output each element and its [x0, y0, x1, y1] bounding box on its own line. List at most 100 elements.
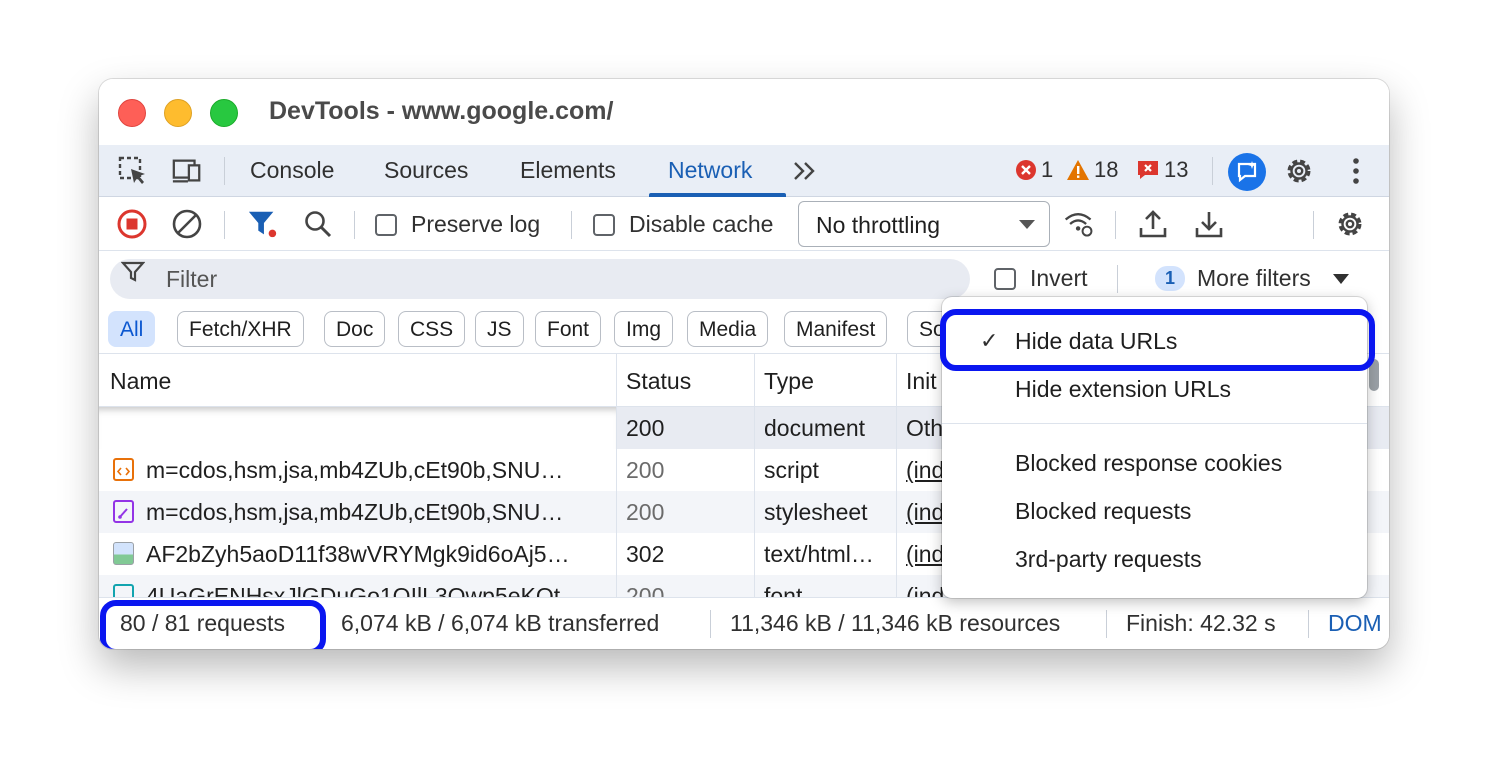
column-initiator[interactable]: Init — [906, 368, 937, 395]
status-divider — [1106, 610, 1107, 638]
stylesheet-icon — [113, 500, 134, 523]
row-status: 200 — [626, 583, 665, 597]
warning-count: 18 — [1094, 157, 1119, 182]
status-divider — [710, 610, 711, 638]
close-window-button[interactable] — [118, 99, 146, 127]
chip-js[interactable]: JS — [475, 311, 524, 347]
network-conditions-wifi-icon[interactable] — [1063, 208, 1095, 240]
row-name: 4UaGrENHsxJlGDuGo1OIlL3Owp5eKQt… — [146, 583, 584, 597]
finish-time: Finish: 42.32 s — [1126, 610, 1276, 636]
more-options-kebab-icon[interactable] — [1340, 155, 1372, 187]
menu-divider — [942, 423, 1367, 424]
preserve-log-checkbox[interactable]: Preserve log — [375, 211, 540, 238]
tab-console[interactable]: Console — [250, 157, 334, 184]
row-status: 200 — [626, 457, 665, 483]
minimize-window-button[interactable] — [164, 99, 192, 127]
tab-elements[interactable]: Elements — [520, 157, 616, 184]
chip-img[interactable]: Img — [614, 311, 674, 347]
toolbar-divider — [1117, 265, 1118, 293]
toolbar-divider — [224, 211, 225, 239]
throttling-select[interactable]: No throttling — [798, 201, 1050, 247]
settings-gear-icon[interactable] — [1283, 155, 1315, 187]
status-divider — [1308, 610, 1309, 638]
chevron-down-icon — [1019, 220, 1035, 229]
row-type: script — [764, 457, 819, 483]
menu-item-hide-extension-urls[interactable]: Hide extension URLs — [1015, 376, 1231, 403]
toolbar-divider — [224, 157, 225, 185]
column-divider — [616, 407, 617, 597]
toolbar-divider — [1313, 211, 1314, 239]
transferred-size: 6,074 kB / 6,074 kB transferred — [341, 610, 660, 636]
row-type: font — [764, 583, 803, 597]
row-status: 302 — [626, 541, 665, 567]
export-har-download-icon[interactable] — [1193, 208, 1225, 240]
issue-icon — [1138, 161, 1158, 179]
row-initiator[interactable]: (ind — [906, 499, 944, 526]
column-divider — [896, 354, 897, 406]
more-tabs-chevron-icon[interactable] — [789, 155, 821, 187]
zoom-window-button[interactable] — [210, 99, 238, 127]
requests-count-highlight — [100, 600, 326, 649]
issues-count: 13 — [1164, 157, 1189, 182]
filter-input[interactable]: Filter — [110, 259, 970, 299]
chip-fetch-xhr[interactable]: Fetch/XHR — [177, 311, 304, 347]
image-icon — [113, 542, 134, 565]
panel-tabbar: Console Sources Elements Network 1 18 13 — [99, 145, 1389, 197]
device-toolbar-icon[interactable] — [171, 155, 203, 187]
window-title: DevTools - www.google.com/ — [269, 97, 614, 125]
network-settings-gear-icon[interactable] — [1334, 208, 1366, 240]
invert-checkbox[interactable]: Invert — [994, 265, 1088, 292]
filter-placeholder: Filter — [166, 266, 218, 292]
title-bar: DevTools - www.google.com/ — [99, 79, 1389, 145]
inspect-element-icon[interactable] — [117, 155, 149, 187]
caret-down-icon — [1332, 273, 1349, 284]
menu-item-blocked-requests[interactable]: Blocked requests — [1015, 498, 1191, 525]
column-divider — [754, 407, 755, 597]
toolbar-divider — [1115, 211, 1116, 239]
clear-icon[interactable] — [171, 208, 203, 240]
preserve-log-box[interactable] — [375, 213, 397, 236]
filter-funnel-icon[interactable] — [247, 208, 279, 240]
disable-cache-box[interactable] — [593, 213, 615, 236]
row-type: text/html… — [764, 541, 874, 567]
network-toolbar: Preserve log Disable cache No throttling — [99, 197, 1389, 251]
search-icon[interactable] — [302, 208, 334, 240]
column-divider — [896, 407, 897, 597]
column-status[interactable]: Status — [626, 368, 691, 395]
chip-css[interactable]: CSS — [398, 311, 466, 347]
row-status: 200 — [626, 499, 665, 525]
chip-media[interactable]: Media — [687, 311, 769, 347]
toolbar-divider — [354, 211, 355, 239]
menu-item-third-party-requests[interactable]: 3rd-party requests — [1015, 546, 1202, 573]
throttling-value: No throttling — [816, 212, 941, 238]
chip-doc[interactable]: Doc — [324, 311, 386, 347]
error-counter[interactable]: 1 — [1015, 157, 1053, 183]
row-name-cell — [99, 407, 616, 449]
toolbar-divider — [571, 211, 572, 239]
error-count: 1 — [1041, 157, 1054, 182]
warning-counter[interactable]: 18 — [1066, 157, 1118, 183]
script-icon — [113, 458, 134, 481]
column-divider — [754, 354, 755, 406]
disable-cache-label: Disable cache — [629, 211, 774, 237]
chip-all[interactable]: All — [108, 311, 156, 347]
toolbar-divider — [1212, 157, 1213, 185]
ai-assistance-icon[interactable] — [1228, 153, 1266, 191]
invert-box[interactable] — [994, 267, 1016, 290]
record-stop-icon[interactable] — [116, 208, 148, 240]
more-filters-button[interactable]: 1 More filters — [1155, 265, 1349, 292]
chip-manifest[interactable]: Manifest — [784, 311, 888, 347]
menu-item-blocked-response-cookies[interactable]: Blocked response cookies — [1015, 450, 1282, 477]
import-har-upload-icon[interactable] — [1137, 208, 1169, 240]
row-initiator[interactable]: (ind — [906, 541, 944, 568]
chip-font[interactable]: Font — [535, 311, 602, 347]
row-initiator[interactable]: (ind — [906, 457, 944, 484]
tab-network[interactable]: Network — [668, 157, 752, 184]
column-name[interactable]: Name — [110, 368, 171, 395]
issues-counter[interactable]: 13 — [1136, 157, 1188, 183]
row-initiator[interactable]: (ind — [906, 583, 944, 597]
row-status: 200 — [626, 415, 665, 441]
disable-cache-checkbox[interactable]: Disable cache — [593, 211, 773, 238]
column-type[interactable]: Type — [764, 368, 814, 395]
tab-sources[interactable]: Sources — [384, 157, 468, 184]
